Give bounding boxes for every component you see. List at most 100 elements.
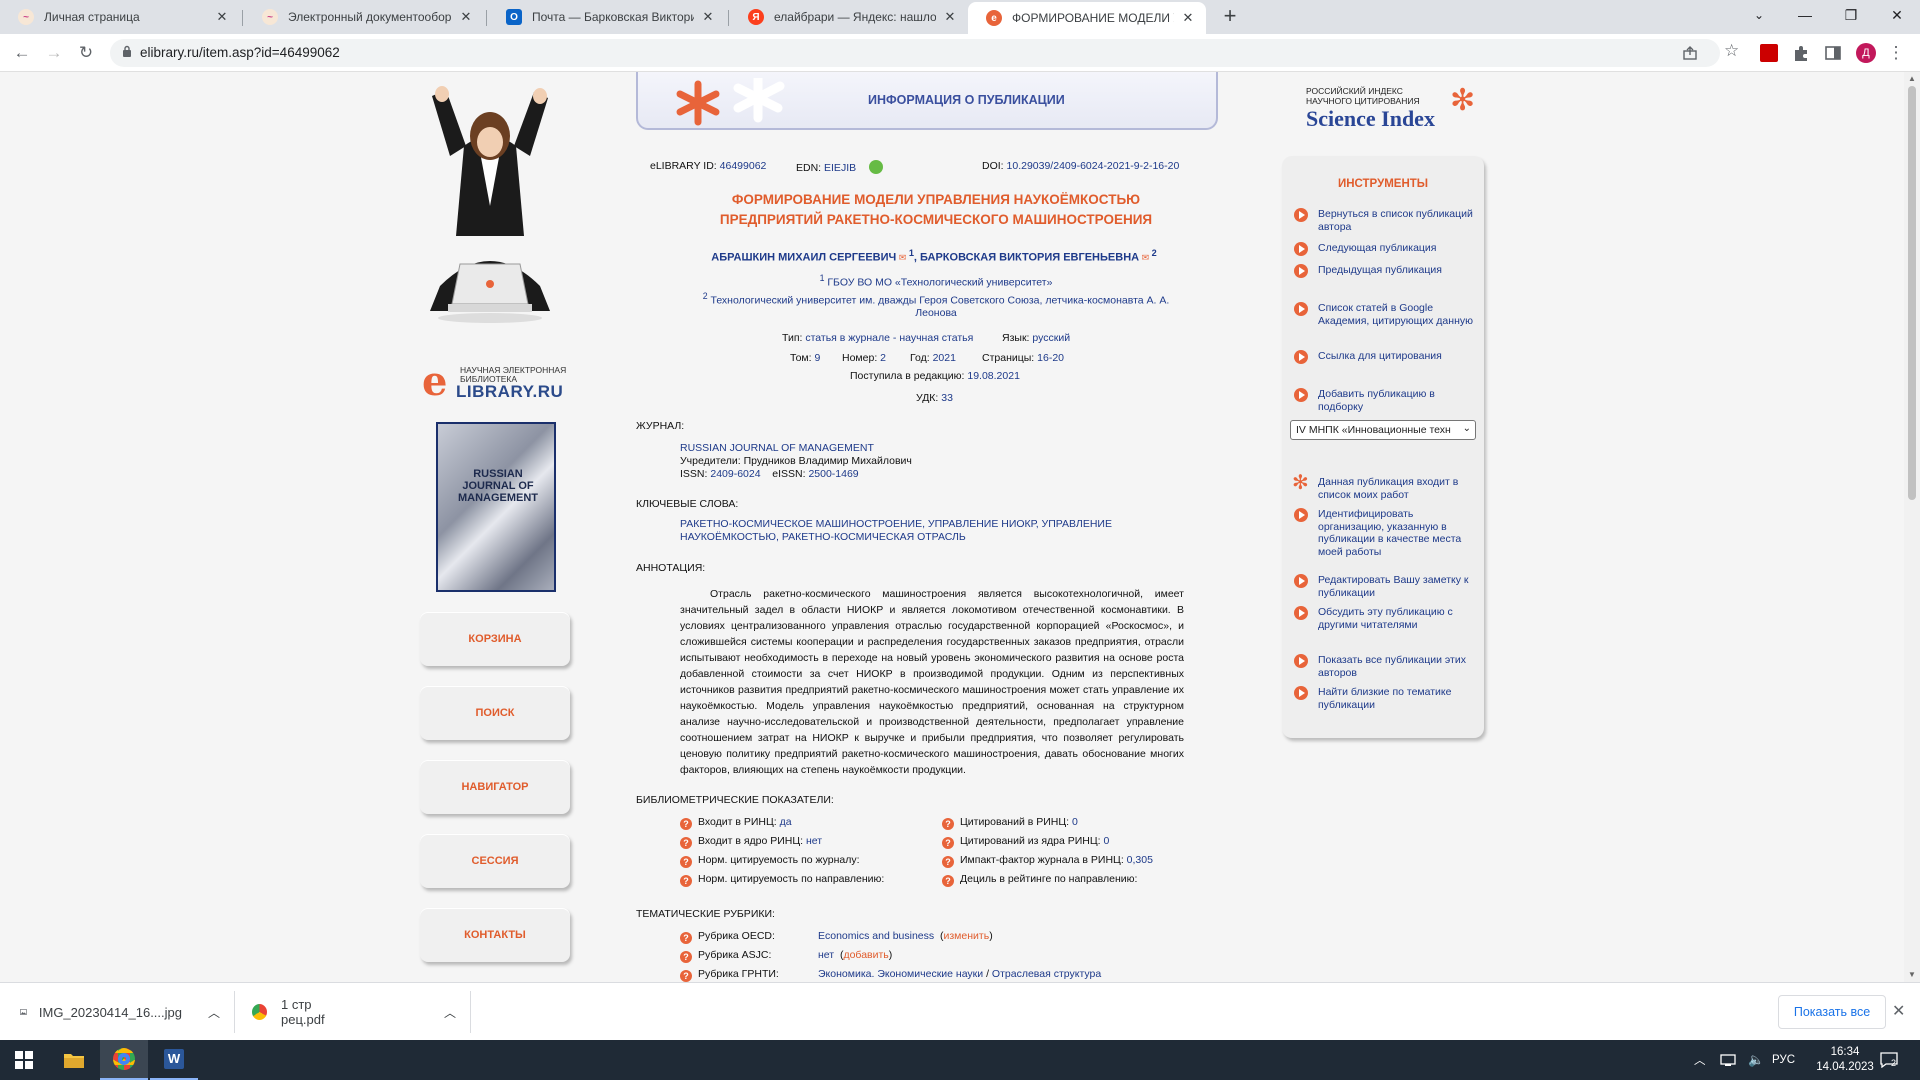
- tool-cite-link[interactable]: Ссылка для цитирования: [1294, 350, 1474, 364]
- share-icon[interactable]: [1682, 45, 1698, 61]
- tool-identify-org[interactable]: Идентифицировать организацию, указанную …: [1294, 508, 1474, 558]
- journal-section-title: ЖУРНАЛ:: [636, 420, 685, 432]
- nav-cart-button[interactable]: КОРЗИНА: [420, 612, 570, 666]
- side-panel-icon[interactable]: [1824, 44, 1842, 62]
- science-index-logo[interactable]: РОССИЙСКИЙ ИНДЕКС НАУЧНОГО ЦИТИРОВАНИЯ Sc…: [1304, 86, 1484, 136]
- tool-discuss[interactable]: Обсудить эту публикацию с другими читате…: [1294, 606, 1474, 631]
- help-icon[interactable]: ?: [680, 951, 692, 963]
- help-icon[interactable]: ?: [942, 875, 954, 887]
- journal-cover-image[interactable]: RUSSIAN JOURNAL OF MANAGEMENT: [436, 422, 556, 592]
- forward-button[interactable]: →: [42, 41, 66, 65]
- close-icon[interactable]: ✕: [458, 9, 474, 25]
- chrome-taskbar-icon[interactable]: [100, 1040, 148, 1080]
- new-tab-button[interactable]: +: [1216, 2, 1244, 30]
- help-icon[interactable]: ?: [942, 837, 954, 849]
- globe-icon[interactable]: [869, 160, 884, 174]
- tool-google-scholar[interactable]: Список статей в Google Академия, цитирую…: [1294, 302, 1474, 327]
- science-index-wordmark: Science Index: [1306, 106, 1435, 131]
- author-link[interactable]: БАРКОВСКАЯ ВИКТОРИЯ ЕВГЕНЬЕВНА: [920, 252, 1139, 264]
- help-icon[interactable]: ?: [942, 856, 954, 868]
- help-icon[interactable]: ?: [680, 970, 692, 982]
- notifications-icon[interactable]: 2: [1880, 1040, 1898, 1080]
- tool-back-to-author-list[interactable]: Вернуться в список публикаций автора: [1294, 208, 1474, 233]
- scroll-up-arrow-icon[interactable]: ▲: [1908, 74, 1916, 83]
- pub-pages: Страницы: 16-20: [982, 352, 1064, 364]
- minimize-button[interactable]: —: [1782, 0, 1828, 30]
- close-icon[interactable]: ✕: [700, 9, 716, 25]
- nav-contacts-button[interactable]: КОНТАКТЫ: [420, 908, 570, 962]
- help-icon[interactable]: ?: [680, 856, 692, 868]
- scroll-down-arrow-icon[interactable]: ▼: [1908, 970, 1916, 979]
- help-icon[interactable]: ?: [942, 818, 954, 830]
- word-icon[interactable]: W: [150, 1040, 198, 1080]
- tool-similar-publications[interactable]: Найти близкие по тематике публикации: [1294, 686, 1474, 711]
- clock[interactable]: 16:34 14.04.2023: [1812, 1040, 1878, 1080]
- reload-button[interactable]: ↻: [74, 41, 98, 65]
- doi: DOI: 10.29039/2409-6024-2021-9-2-16-20: [982, 160, 1180, 172]
- nav-search-button[interactable]: ПОИСК: [420, 686, 570, 740]
- chevron-up-icon[interactable]: ︿: [208, 1004, 220, 1021]
- help-icon[interactable]: ?: [680, 837, 692, 849]
- author-envelope-icon[interactable]: ✉: [1139, 253, 1152, 263]
- outlook-icon: O: [506, 9, 522, 25]
- help-icon[interactable]: ?: [680, 875, 692, 887]
- nav-navigator-button[interactable]: НАВИГАТОР: [420, 760, 570, 814]
- author-link[interactable]: АБРАШКИН МИХАИЛ СЕРГЕЕВИЧ: [711, 252, 896, 264]
- windows-start-icon[interactable]: [0, 1040, 48, 1080]
- arrow-bullet-icon: [1294, 208, 1308, 222]
- restore-button[interactable]: ❐: [1828, 0, 1874, 30]
- profile-avatar[interactable]: Д: [1856, 43, 1876, 63]
- tool-my-works[interactable]: ✻ Данная публикация входит в список моих …: [1292, 473, 1474, 501]
- pdf-extension-icon[interactable]: [1760, 44, 1778, 62]
- tab-personal-page[interactable]: ~ Личная страница ✕: [0, 0, 240, 34]
- close-icon[interactable]: ✕: [942, 9, 958, 25]
- tray-chevron-up-icon[interactable]: ︿: [1694, 1040, 1706, 1080]
- address-bar[interactable]: elibrary.ru/item.asp?id=46499062 ☆: [110, 39, 1739, 67]
- download-item-pdf[interactable]: 1 стр рец.pdf ︿: [252, 983, 456, 1041]
- add-rubric-link[interactable]: добавить: [843, 949, 888, 961]
- keywords-list[interactable]: РАКЕТНО-КОСМИЧЕСКОЕ МАШИНОСТРОЕНИЕ, УПРА…: [680, 518, 1112, 544]
- back-button[interactable]: ←: [10, 41, 34, 65]
- tool-prev-publication[interactable]: Предыдущая публикация: [1294, 264, 1474, 278]
- volume-icon[interactable]: 🔈: [1748, 1040, 1764, 1080]
- tab-yandex[interactable]: Я елайбрари — Яндекс: нашлось ✕: [730, 0, 968, 34]
- bookmark-star-icon[interactable]: ☆: [1724, 41, 1739, 61]
- close-downloads-icon[interactable]: ✕: [1892, 1001, 1905, 1021]
- help-icon[interactable]: ?: [680, 932, 692, 944]
- tool-add-to-collection[interactable]: Добавить публикацию в подборку: [1294, 388, 1474, 413]
- tool-next-publication[interactable]: Следующая публикация: [1294, 242, 1474, 256]
- help-icon[interactable]: ?: [680, 818, 692, 830]
- close-icon[interactable]: ✕: [1180, 10, 1196, 26]
- network-icon[interactable]: [1720, 1040, 1736, 1080]
- extensions-puzzle-icon[interactable]: [1792, 44, 1810, 62]
- collection-select[interactable]: IV МНПК «Инновационные техн ⌄: [1290, 420, 1476, 440]
- author-envelope-icon[interactable]: ✉: [896, 253, 909, 263]
- rubric-asjc: ? Рубрика ASJC:: [680, 949, 771, 963]
- close-window-button[interactable]: ✕: [1874, 0, 1920, 30]
- elibrary-logo[interactable]: e НАУЧНАЯ ЭЛЕКТРОННАЯ БИБЛИОТЕКА LIBRARY…: [422, 362, 572, 402]
- tool-edit-note[interactable]: Редактировать Вашу заметку к публикации: [1294, 574, 1474, 599]
- scrollbar-thumb[interactable]: [1908, 86, 1916, 500]
- tab-edo[interactable]: ~ Электронный документооборот ✕: [244, 0, 484, 34]
- chevron-up-icon[interactable]: ︿: [444, 1004, 456, 1021]
- menu-kebab-icon[interactable]: ⋮: [1884, 41, 1908, 65]
- input-language-indicator[interactable]: РУС: [1772, 1040, 1795, 1080]
- tab-mail[interactable]: O Почта — Барковская Виктория ✕: [488, 0, 726, 34]
- tab-favicon-icon: ~: [262, 9, 278, 25]
- tab-publication[interactable]: e ФОРМИРОВАНИЕ МОДЕЛИ УПРА ✕: [968, 2, 1206, 34]
- journal-link[interactable]: RUSSIAN JOURNAL OF MANAGEMENT: [680, 442, 912, 455]
- tab-search-button[interactable]: ⌄: [1736, 0, 1782, 30]
- abstract-text: Отрасль ракетно-космического машинострое…: [680, 588, 1184, 776]
- edn: EDN: EIEJIB: [796, 160, 884, 174]
- tool-author-publications[interactable]: Показать все публикации этих авторов: [1294, 654, 1474, 679]
- show-all-downloads-button[interactable]: Показать все: [1778, 995, 1886, 1029]
- mascot-illustration: [430, 86, 550, 323]
- change-rubric-link[interactable]: изменить: [944, 930, 990, 942]
- file-explorer-icon[interactable]: [50, 1040, 98, 1080]
- page-scrollbar[interactable]: ▲ ▼: [1904, 72, 1920, 982]
- download-item-image[interactable]: IMG_20230414_16....jpg ︿: [20, 983, 220, 1041]
- doi-link[interactable]: 10.29039/2409-6024-2021-9-2-16-20: [1007, 160, 1180, 172]
- close-icon[interactable]: ✕: [214, 9, 230, 25]
- image-file-icon: [20, 1009, 27, 1015]
- nav-session-button[interactable]: СЕССИЯ: [420, 834, 570, 888]
